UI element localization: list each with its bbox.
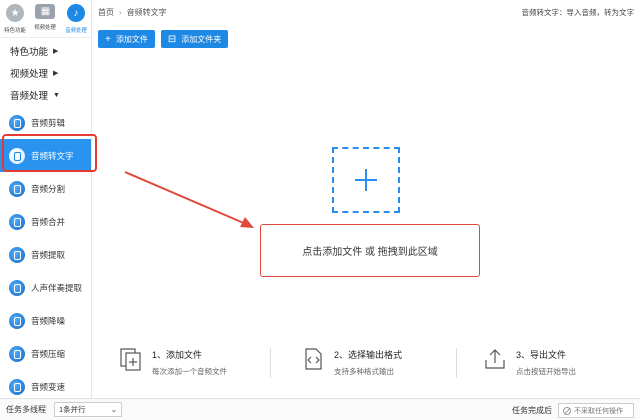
threads-label: 任务多线程: [6, 405, 46, 414]
add-file-button[interactable]: + 添加文件: [98, 30, 155, 48]
sidebar-item-label: 音频合并: [31, 216, 66, 227]
threads-value: 1条并行: [59, 405, 86, 414]
folder-icon: ⊟: [167, 33, 177, 45]
breadcrumb: 首页 › 音频转文字 音频转文字：导入音频，转为文字: [92, 0, 640, 24]
tab-label: 视频处理: [34, 25, 57, 31]
after-task-select[interactable]: 不采取任何操作: [558, 403, 634, 418]
chevron-right-icon: ▶: [53, 48, 59, 55]
threads-select[interactable]: 1条并行 ⌄: [54, 402, 122, 417]
step-title: 3、导出文件: [516, 350, 567, 360]
chevron-down-icon: ▼: [53, 91, 60, 99]
category-label: 视频处理: [10, 69, 49, 80]
step-output-format: 2、选择输出格式 支持多种格式输出: [300, 346, 402, 377]
after-task-group: 任务完成后 不采取任何操作: [512, 403, 634, 418]
status-bar: 任务多线程 1条并行 ⌄ 任务完成后 不采取任何操作: [0, 398, 640, 420]
breadcrumb-separator: ›: [119, 7, 122, 17]
breadcrumb-current: 音频转文字: [126, 7, 167, 17]
add-file-label: 添加文件: [115, 34, 148, 44]
audio-icon: ♪: [66, 4, 85, 22]
after-task-value: 不采取任何操作: [574, 407, 623, 415]
format-icon: [305, 348, 322, 370]
category-label: 特色功能: [10, 47, 49, 58]
divider: [456, 348, 457, 378]
step-add-file: 1、添加文件 每次添加一个音频文件: [118, 346, 227, 377]
breadcrumb-home[interactable]: 首页: [98, 7, 114, 18]
tab-audio[interactable]: ♪ 音频处理: [61, 0, 91, 37]
audio-edit-icon: [9, 114, 25, 131]
sidebar-item-label: 音频提取: [31, 249, 66, 260]
audio-denoise-icon: [9, 312, 25, 329]
drop-zone-text[interactable]: 点击添加文件 或 拖拽到此区域: [260, 224, 480, 277]
sidebar-item-label: 音频转文字: [31, 150, 74, 161]
sidebar-item-label: 音频分割: [31, 183, 66, 194]
chevron-right-icon: ▶: [53, 70, 59, 77]
sidebar-item-label: 人声伴奏提取: [31, 282, 83, 293]
drop-zone-label: 点击添加文件 或 拖拽到此区域: [302, 247, 438, 258]
tab-featured[interactable]: ★ 特色功能: [0, 0, 30, 37]
header-hint: 音频转文字：导入音频，转为文字: [521, 8, 635, 17]
sidebar-item-audio-to-text[interactable]: 音频转文字: [0, 139, 91, 172]
audio-speed-icon: [9, 378, 25, 395]
step-title: 2、选择输出格式: [334, 350, 403, 360]
drop-zone-plus[interactable]: [332, 147, 400, 213]
divider: [270, 348, 271, 378]
sidebar-item-label: 音频剪辑: [31, 117, 66, 128]
category-audio[interactable]: 音频处理 ▼: [0, 84, 91, 106]
sidebar-item-audio-denoise[interactable]: 音频降噪: [0, 304, 91, 337]
step-title: 1、添加文件: [152, 350, 203, 360]
sidebar-item-audio-extract[interactable]: 音频提取: [0, 238, 91, 271]
after-task-label: 任务完成后: [512, 406, 552, 415]
plus-icon: [355, 169, 377, 191]
film-icon: ▦: [35, 4, 56, 19]
add-folder-label: 添加文件夹: [181, 34, 222, 44]
step-desc: 点击按钮开始导出: [516, 367, 576, 376]
sidebar-item-vocal-extract[interactable]: 人声伴奏提取: [0, 271, 91, 304]
sidebar-item-audio-edit[interactable]: 音频剪辑: [0, 106, 91, 139]
sidebar: ★ 特色功能 ▦ 视频处理 ♪ 音频处理 特色功能 ▶ 视频处理 ▶ 音频处理 …: [0, 0, 92, 398]
add-folder-button[interactable]: ⊟ 添加文件夹: [160, 30, 229, 48]
category-label: 音频处理: [10, 91, 49, 102]
audio-compress-icon: [9, 345, 25, 362]
tab-label: 音频处理: [65, 28, 87, 34]
sidebar-item-audio-merge[interactable]: 音频合并: [0, 205, 91, 238]
sidebar-item-label: 音频降噪: [31, 315, 66, 326]
step-desc: 每次添加一个音频文件: [152, 367, 227, 376]
audio-split-icon: [9, 180, 25, 197]
sidebar-item-audio-compress[interactable]: 音频压缩: [0, 337, 91, 370]
add-file-icon: [120, 348, 141, 371]
tab-label: 特色功能: [4, 28, 26, 34]
ban-icon: [563, 406, 571, 415]
plus-icon: +: [105, 33, 111, 45]
step-export: 3、导出文件 点击按钮开始导出: [482, 346, 576, 377]
sidebar-item-audio-split[interactable]: 音频分割: [0, 172, 91, 205]
category-video[interactable]: 视频处理 ▶: [0, 62, 91, 84]
steps-panel: 1、添加文件 每次添加一个音频文件 2、选择输出格式 支持多种格式输出 3、导出…: [92, 340, 640, 390]
chevron-down-icon: ⌄: [110, 405, 117, 414]
top-tabs: ★ 特色功能 ▦ 视频处理 ♪ 音频处理: [0, 0, 91, 38]
app-window: ★ 特色功能 ▦ 视频处理 ♪ 音频处理 特色功能 ▶ 视频处理 ▶ 音频处理 …: [0, 0, 640, 420]
export-icon: [485, 349, 505, 369]
audio-extract-icon: [9, 246, 25, 263]
vocal-extract-icon: [9, 279, 25, 296]
star-icon: ★: [6, 4, 25, 22]
audio-to-text-icon: [9, 147, 25, 164]
sidebar-item-label: 音频变速: [31, 381, 66, 392]
sidebar-item-label: 音频压缩: [31, 348, 66, 359]
category-featured[interactable]: 特色功能 ▶: [0, 40, 91, 62]
step-desc: 支持多种格式输出: [334, 367, 394, 376]
tab-video[interactable]: ▦ 视频处理: [30, 0, 60, 37]
audio-merge-icon: [9, 213, 25, 230]
toolbar: + 添加文件 ⊟ 添加文件夹: [98, 30, 229, 48]
